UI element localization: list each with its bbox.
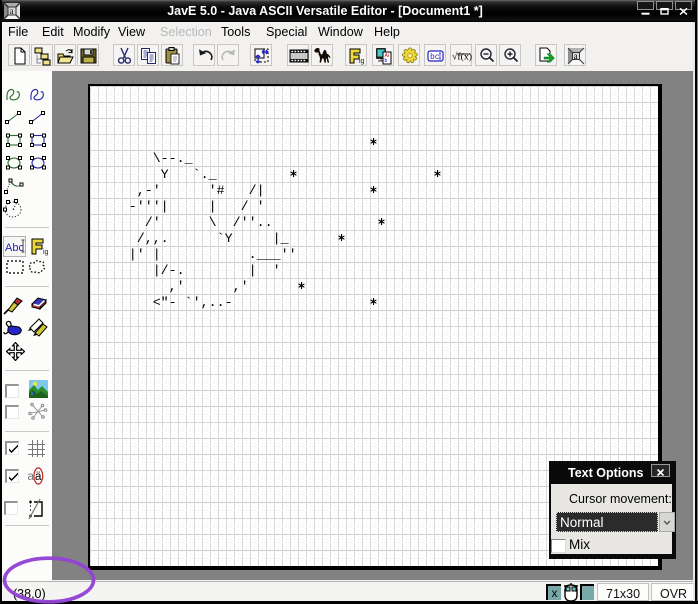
- svg-text:ig: ig: [359, 58, 365, 65]
- svg-text:ä: ä: [35, 471, 42, 483]
- svg-text:√f(x): √f(x): [452, 52, 472, 63]
- svg-text:ig: ig: [43, 249, 49, 256]
- svg-text:bc: bc: [430, 53, 440, 62]
- svg-text:a: a: [574, 51, 578, 61]
- svg-text:b: b: [385, 58, 388, 64]
